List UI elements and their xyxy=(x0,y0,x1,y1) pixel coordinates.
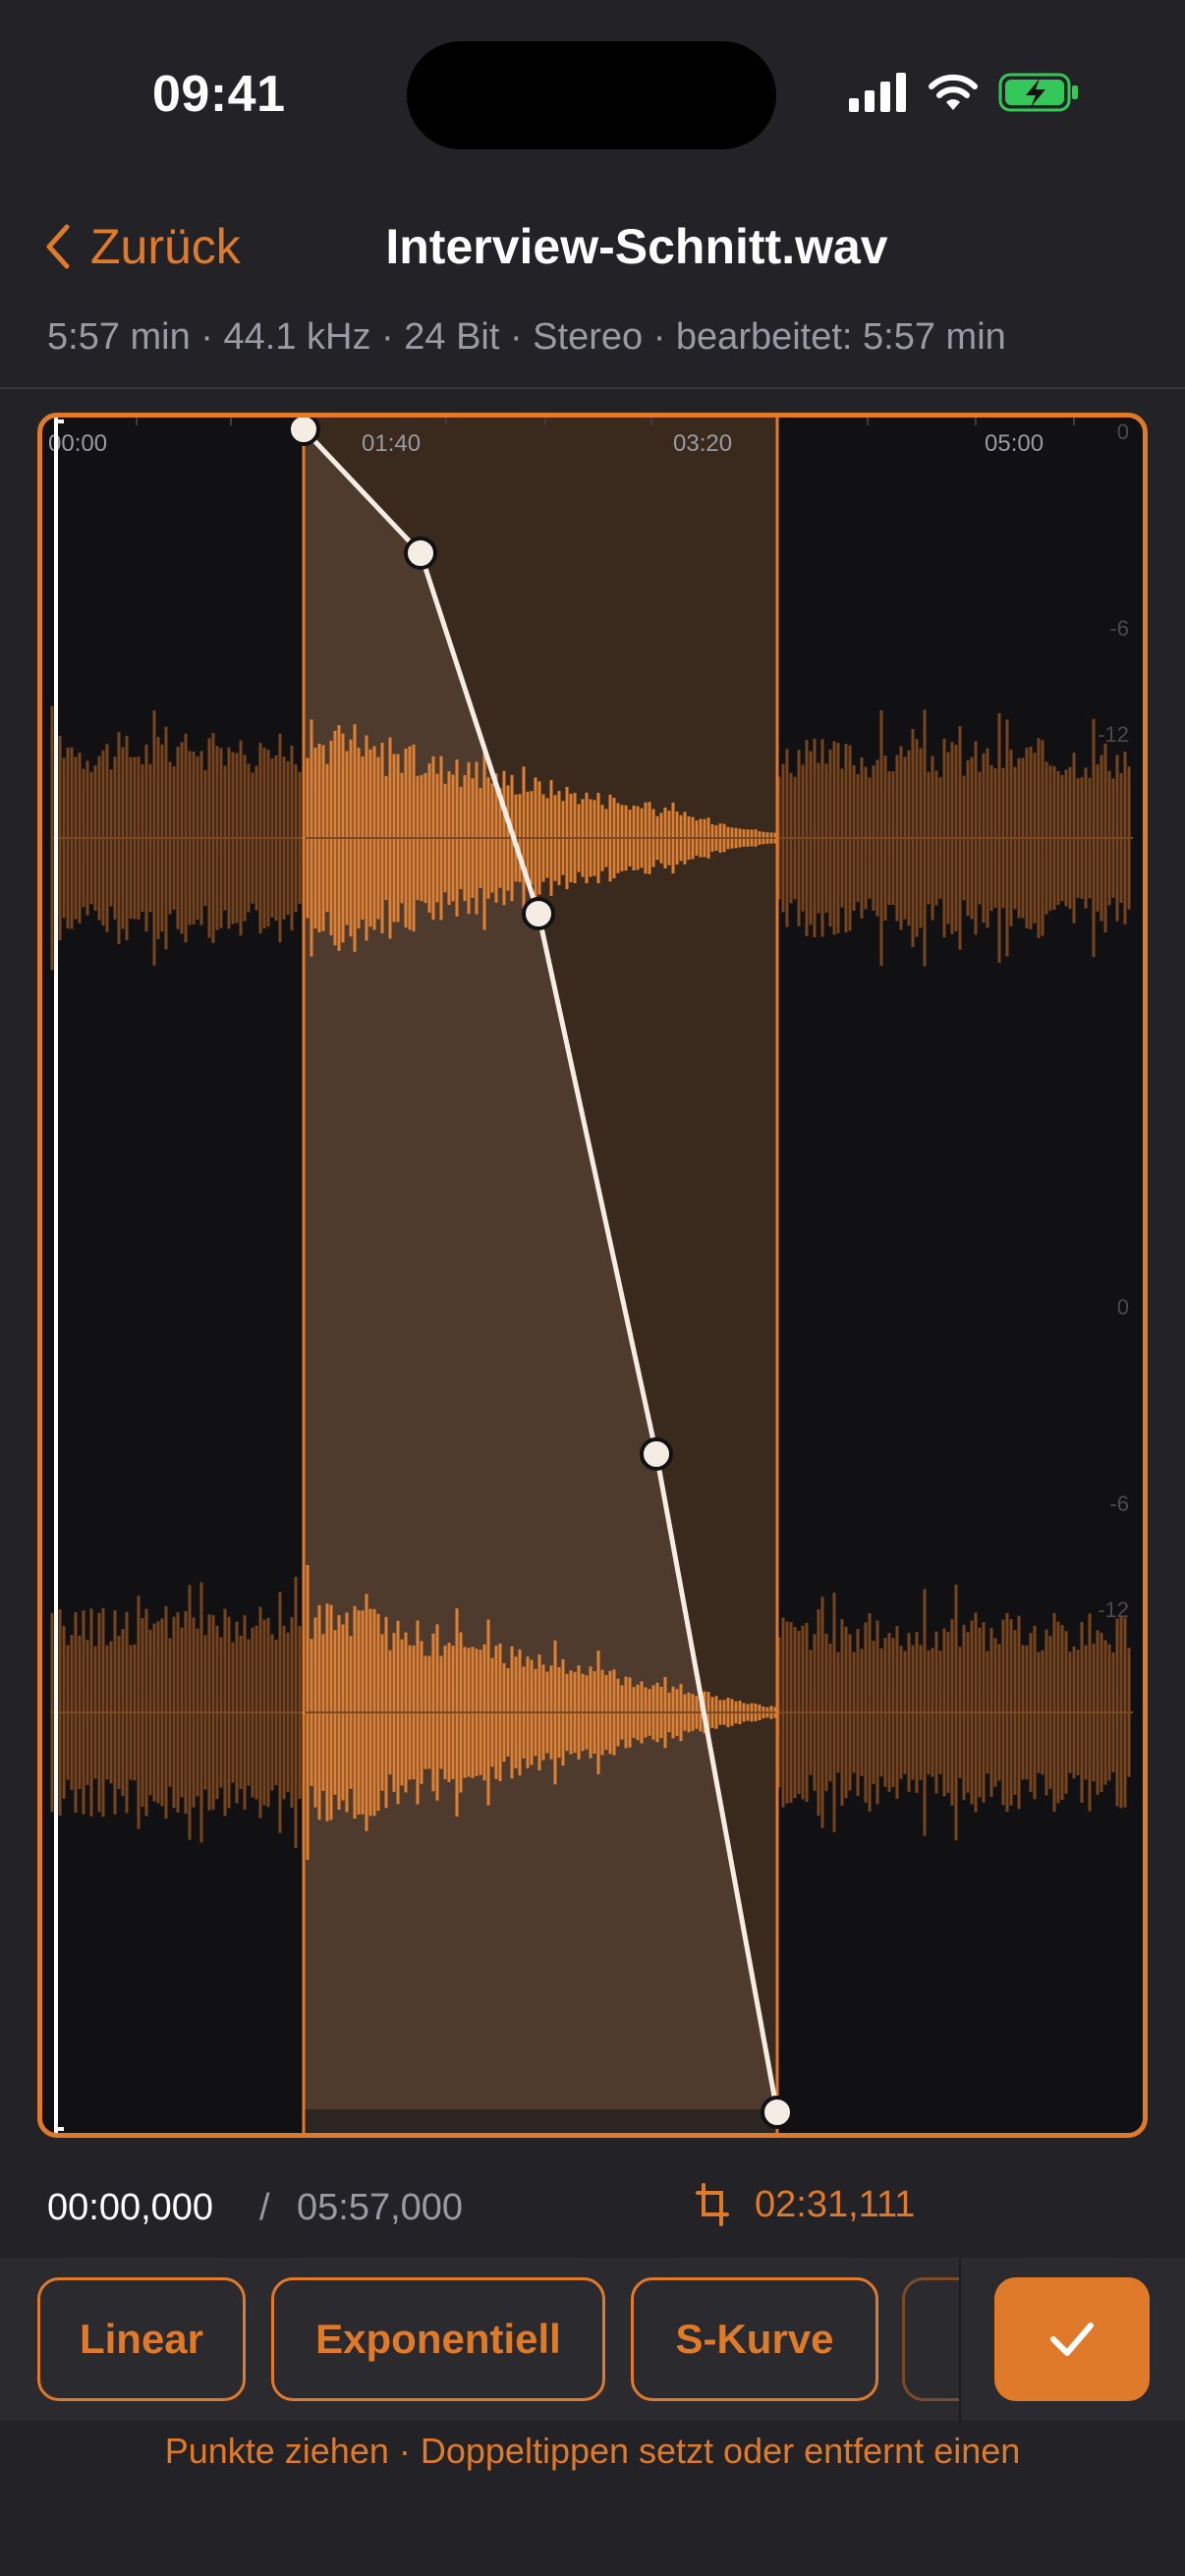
hint-text: Punkte ziehen · Doppeltippen setzt oder … xyxy=(164,2431,1021,2471)
wifi-icon xyxy=(929,74,978,110)
battery-charging-icon xyxy=(998,73,1078,112)
total-time: 05:57,000 xyxy=(297,2187,464,2228)
file-meta: 5:57 min · 44.1 kHz · 24 Bit · Stereo · … xyxy=(47,316,1006,358)
time-separator: / xyxy=(259,2187,270,2228)
crop-icon xyxy=(696,2183,729,2226)
divider xyxy=(0,387,1185,389)
selection-floor xyxy=(304,2109,777,2133)
selection-length-value: 02:31,111 xyxy=(755,2183,916,2225)
preset-s-curve-button[interactable]: S-Kurve xyxy=(631,2277,878,2401)
db-label: -12 xyxy=(1098,722,1129,747)
curve-point[interactable] xyxy=(404,536,437,570)
preset-more-button[interactable] xyxy=(902,2277,961,2401)
curve-point[interactable] xyxy=(640,1437,673,1471)
current-time: 00:00,000 xyxy=(47,2187,214,2228)
selection-length[interactable]: 02:31,111 xyxy=(696,2183,915,2226)
waveform-editor[interactable]: 00:00 01:40 03:20 05:00 0 -6 -12 0 -6 -1… xyxy=(37,413,1148,2138)
curve-point[interactable] xyxy=(522,897,555,930)
db-label: 0 xyxy=(1117,420,1129,444)
cellular-signal-icon xyxy=(849,73,906,112)
curve-point[interactable] xyxy=(761,2096,794,2129)
db-label: -12 xyxy=(1098,1597,1129,1622)
db-label: -6 xyxy=(1109,1491,1129,1516)
dynamic-island xyxy=(407,41,776,149)
checkmark-icon xyxy=(1050,2323,1094,2356)
waveform-canvas[interactable]: 00:00 01:40 03:20 05:00 0 -6 -12 0 -6 -1… xyxy=(42,418,1143,2133)
page-title: Interview-Schnitt.wav xyxy=(385,219,888,274)
curve-point[interactable] xyxy=(287,418,320,446)
confirm-button[interactable] xyxy=(994,2277,1150,2401)
tick-label-3: 05:00 xyxy=(985,430,1044,457)
preset-exponential-button[interactable]: Exponentiell xyxy=(271,2277,605,2401)
toolbar-separator xyxy=(959,2258,961,2421)
status-time: 09:41 xyxy=(152,66,286,123)
tick-label-2: 03:20 xyxy=(673,430,732,457)
db-label: 0 xyxy=(1117,1295,1129,1319)
db-label: -6 xyxy=(1109,616,1129,641)
tick-label-1: 01:40 xyxy=(362,430,421,457)
preset-linear-button[interactable]: Linear xyxy=(37,2277,246,2401)
